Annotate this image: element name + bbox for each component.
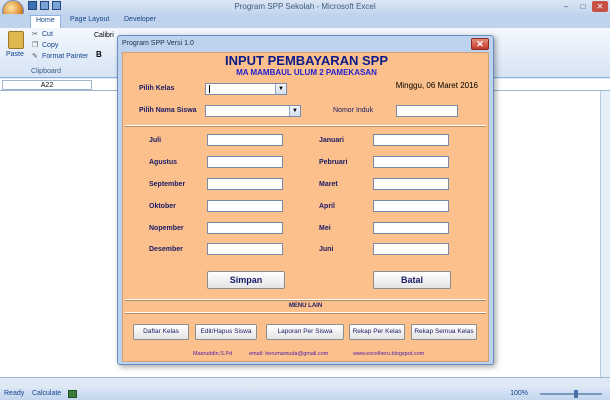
batal-button[interactable]: Batal bbox=[373, 271, 451, 289]
tab-developer[interactable]: Developer bbox=[124, 16, 156, 23]
status-ready: Ready bbox=[4, 390, 25, 397]
mei-field[interactable] bbox=[373, 222, 449, 234]
copy-button[interactable]: ❐ Copy bbox=[32, 42, 58, 49]
font-name-box[interactable]: Calibri bbox=[94, 32, 114, 39]
month-label-nopember: Nopember bbox=[149, 225, 184, 232]
tab-page-layout[interactable]: Page Layout bbox=[70, 16, 109, 23]
maret-field[interactable] bbox=[373, 178, 449, 190]
current-date: Minggu, 06 Maret 2016 bbox=[395, 81, 478, 90]
month-label-april: April bbox=[319, 203, 335, 210]
divider bbox=[125, 125, 486, 127]
spp-userform: Program SPP Versi 1.0 ✕ INPUT PEMBAYARAN… bbox=[117, 35, 494, 365]
zoom-level[interactable]: 100% bbox=[510, 390, 528, 397]
month-label-desember: Desember bbox=[149, 246, 183, 253]
ribbon-tabs: Home Page Layout Developer bbox=[0, 14, 610, 28]
daftar-kelas-button[interactable]: Daftar Kelas bbox=[133, 324, 189, 340]
januari-field[interactable] bbox=[373, 134, 449, 146]
month-label-mei: Mei bbox=[319, 225, 331, 232]
siswa-combobox[interactable]: ▼ bbox=[205, 105, 301, 117]
agustus-field[interactable] bbox=[207, 156, 283, 168]
excel-title-bar: Program SPP Sekolah - Microsoft Excel – … bbox=[0, 0, 610, 22]
zoom-slider-knob[interactable] bbox=[574, 390, 578, 398]
macro-record-icon[interactable] bbox=[68, 390, 77, 398]
name-box[interactable]: A22 bbox=[2, 80, 92, 90]
month-label-maret: Maret bbox=[319, 181, 338, 188]
nomor-induk-label: Nomor Induk bbox=[333, 107, 374, 114]
divider bbox=[125, 299, 486, 301]
kelas-label: Pilih Kelas bbox=[139, 85, 175, 92]
month-label-agustus: Agustus bbox=[149, 159, 177, 166]
form-title-bar: Program SPP Versi 1.0 ✕ bbox=[118, 36, 493, 52]
simpan-button[interactable]: Simpan bbox=[207, 271, 285, 289]
oktober-field[interactable] bbox=[207, 200, 283, 212]
juni-field[interactable] bbox=[373, 243, 449, 255]
chevron-down-icon[interactable]: ▼ bbox=[275, 84, 286, 94]
paste-icon[interactable] bbox=[8, 31, 24, 49]
kelas-combobox[interactable]: ▼ bbox=[205, 83, 287, 95]
desember-field[interactable] bbox=[207, 243, 283, 255]
window-controls: – □ ✕ bbox=[558, 1, 608, 12]
chevron-down-icon[interactable]: ▼ bbox=[289, 106, 300, 116]
form-header: INPUT PEMBAYARAN SPP MA MAMBAUL ULUM 2 P… bbox=[127, 53, 486, 83]
rekap-semua-kelas-button[interactable]: Rekap Semua Kelas bbox=[411, 324, 477, 340]
form-body: INPUT PEMBAYARAN SPP MA MAMBAUL ULUM 2 P… bbox=[122, 52, 489, 362]
month-label-januari: Januari bbox=[319, 137, 344, 144]
laporan-per-siswa-button[interactable]: Laporan Per Siswa bbox=[266, 324, 344, 340]
minimize-icon[interactable]: – bbox=[558, 1, 574, 12]
month-label-juni: Juni bbox=[319, 246, 334, 253]
nopember-field[interactable] bbox=[207, 222, 283, 234]
format-painter-button[interactable]: ✎ Format Painter bbox=[32, 53, 88, 60]
status-bar: Ready Calculate 100% bbox=[0, 388, 610, 400]
month-label-juli: Juli bbox=[149, 137, 162, 144]
close-icon[interactable]: ✕ bbox=[471, 38, 489, 50]
clipboard-group-label: Clipboard bbox=[31, 68, 61, 75]
footer-email: email: herumamuda@gmail.com bbox=[249, 351, 329, 357]
text-cursor bbox=[209, 85, 210, 93]
form-heading: INPUT PEMBAYARAN SPP bbox=[224, 53, 389, 68]
zoom-slider[interactable] bbox=[540, 393, 602, 395]
april-field[interactable] bbox=[373, 200, 449, 212]
divider bbox=[125, 312, 486, 314]
pebruari-field[interactable] bbox=[373, 156, 449, 168]
status-calculate: Calculate bbox=[32, 390, 62, 397]
tab-home[interactable]: Home bbox=[30, 15, 61, 28]
sheet-tabs-bar bbox=[0, 377, 610, 388]
school-name: MA MAMBAUL ULUM 2 PAMEKASAN bbox=[236, 68, 377, 77]
bold-button[interactable]: B bbox=[96, 50, 102, 59]
footer-author: Masruddin,S.Pd bbox=[193, 351, 233, 357]
brush-icon: ✎ bbox=[32, 53, 38, 60]
copy-icon: ❐ bbox=[32, 42, 39, 49]
siswa-label: Pilih Nama Siswa bbox=[139, 107, 197, 114]
scissors-icon: ✂ bbox=[32, 31, 38, 38]
juli-field[interactable] bbox=[207, 134, 283, 146]
edit-hapus-siswa-button[interactable]: Edit/Hapus Siswa bbox=[195, 324, 257, 340]
footer-website: www.excelheru.blogspot.com bbox=[353, 351, 425, 357]
vertical-scrollbar[interactable] bbox=[600, 91, 610, 377]
cut-button[interactable]: ✂ Cut bbox=[32, 31, 53, 38]
rekap-per-kelas-button[interactable]: Rekap Per Kelas bbox=[349, 324, 405, 340]
september-field[interactable] bbox=[207, 178, 283, 190]
paste-button[interactable]: Paste bbox=[6, 51, 24, 58]
menu-lain-label: MENU LAIN bbox=[288, 303, 323, 309]
nomor-induk-field[interactable] bbox=[396, 105, 458, 117]
close-icon[interactable]: ✕ bbox=[592, 1, 608, 12]
maximize-icon[interactable]: □ bbox=[575, 1, 591, 12]
month-label-pebruari: Pebruari bbox=[319, 159, 348, 166]
month-label-september: September bbox=[149, 181, 186, 188]
window-title: Program SPP Sekolah - Microsoft Excel bbox=[234, 2, 376, 11]
form-title: Program SPP Versi 1.0 bbox=[122, 40, 194, 47]
month-label-oktober: Oktober bbox=[149, 203, 176, 210]
